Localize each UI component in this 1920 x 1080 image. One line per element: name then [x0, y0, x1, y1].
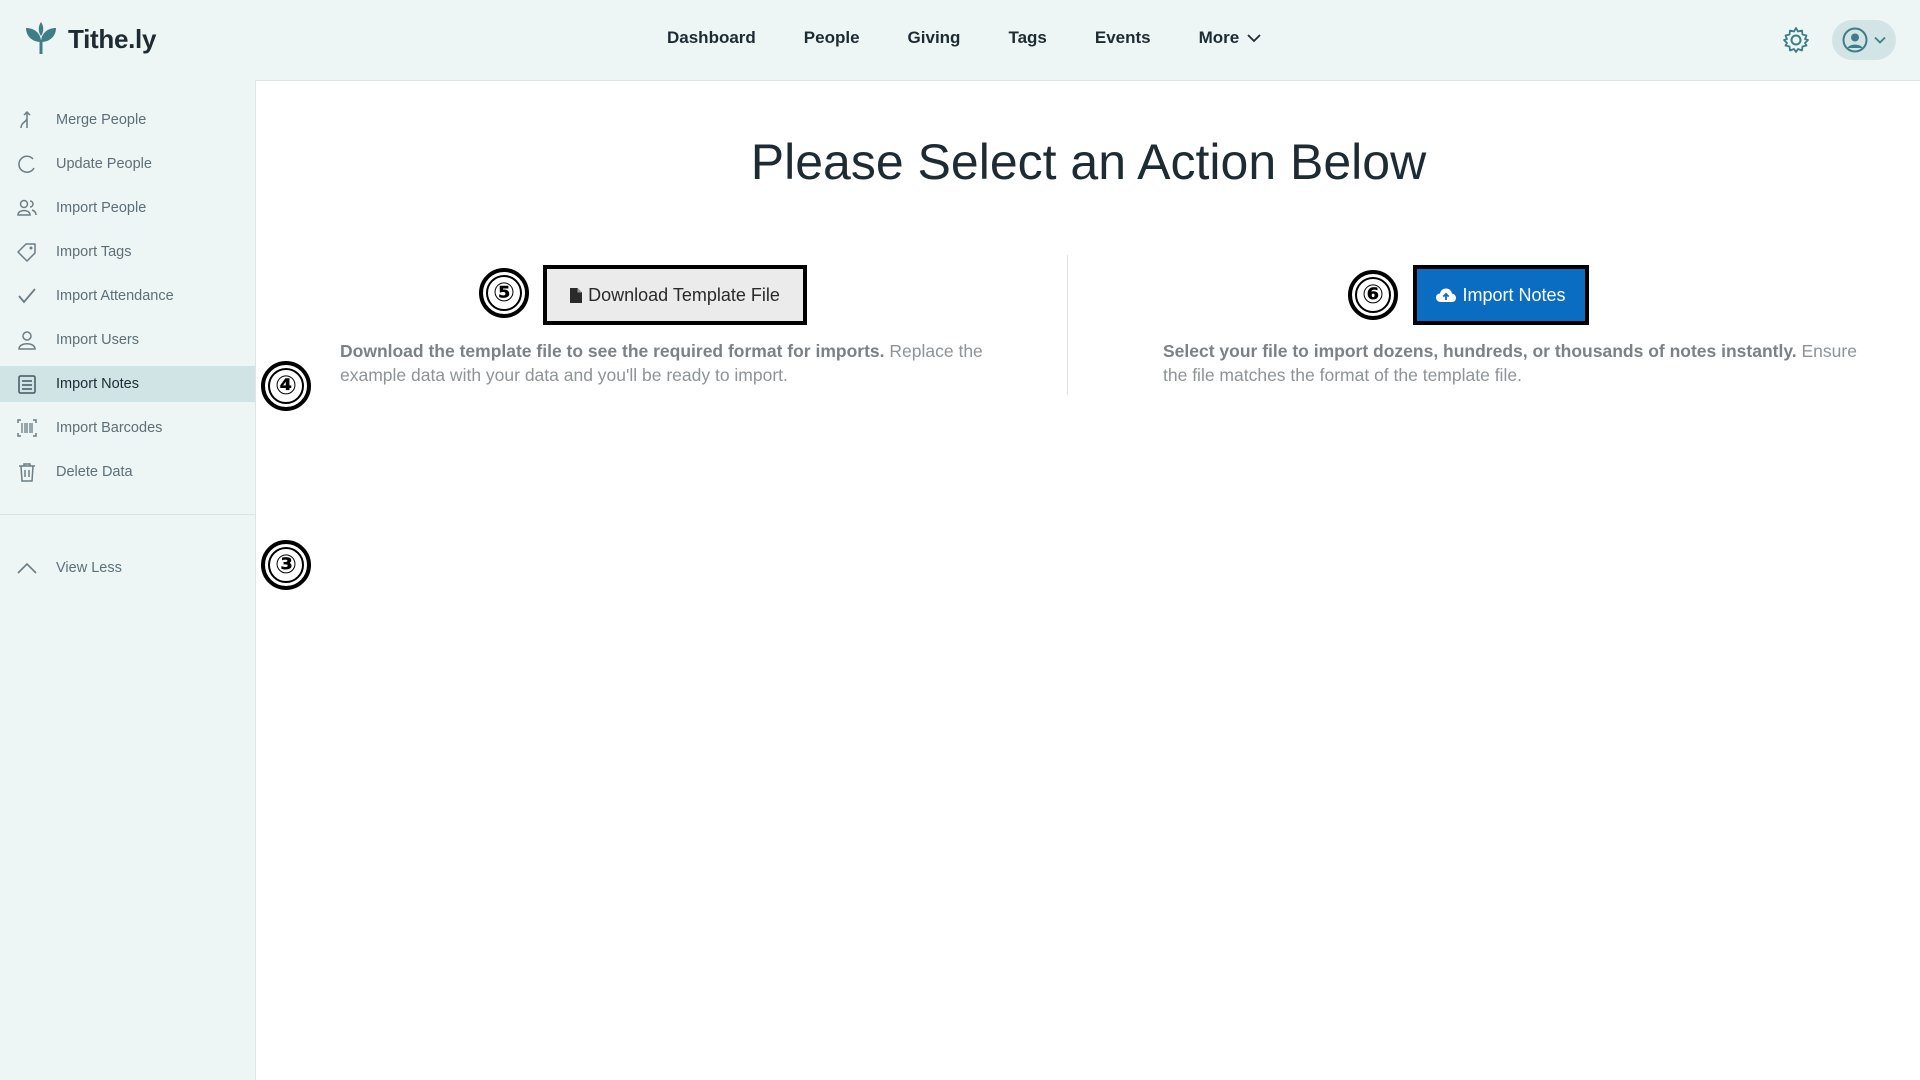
view-less-button[interactable]: View Less	[0, 550, 255, 586]
sidebar-item-label: Import Notes	[56, 376, 139, 392]
nav-dashboard[interactable]: Dashboard	[667, 28, 756, 48]
annotation-number: ④	[268, 368, 304, 404]
annotation-marker-4: ④	[261, 361, 311, 411]
avatar-icon	[1842, 27, 1868, 53]
barcode-icon	[17, 419, 37, 437]
nav-events[interactable]: Events	[1095, 28, 1151, 48]
download-template-label: Download Template File	[588, 284, 780, 305]
annotation-number: ③	[268, 547, 304, 583]
sidebar-item-label: Import Attendance	[56, 288, 174, 304]
app-logo[interactable]: Tithe.ly	[22, 20, 156, 58]
sidebar-item-label: Update People	[56, 156, 152, 172]
top-navigation-bar: Tithe.ly Dashboard People Giving Tags Ev…	[0, 0, 1920, 80]
annotation-number: ⑥	[1355, 277, 1391, 313]
annotation-number: ⑤	[486, 275, 522, 311]
sidebar-item-label: Import Users	[56, 332, 139, 348]
download-description-bold: Download the template file to see the re…	[340, 341, 885, 361]
sidebar-item-import-tags[interactable]: Import Tags	[0, 234, 255, 270]
nav-more[interactable]: More	[1199, 28, 1262, 48]
nav-giving[interactable]: Giving	[908, 28, 961, 48]
annotation-marker-3: ③	[261, 540, 311, 590]
sidebar-item-label: Import Barcodes	[56, 420, 163, 436]
import-notes-button[interactable]: Import Notes	[1413, 265, 1589, 325]
merge-icon	[20, 110, 31, 129]
chevron-up-icon	[17, 562, 37, 574]
import-description-bold: Select your file to import dozens, hundr…	[1163, 341, 1797, 361]
sidebar: Merge People Update People Import People…	[0, 80, 255, 1080]
section-divider	[1067, 255, 1068, 395]
trash-icon	[19, 463, 35, 482]
import-notes-label: Import Notes	[1462, 284, 1566, 305]
sidebar-item-update-people[interactable]: Update People	[0, 146, 255, 182]
sidebar-item-import-users[interactable]: Import Users	[0, 322, 255, 358]
check-icon	[18, 288, 36, 304]
page-title: Please Select an Action Below	[750, 134, 1427, 190]
sidebar-item-import-barcodes[interactable]: Import Barcodes	[0, 410, 255, 446]
notes-icon	[18, 375, 36, 394]
sidebar-divider	[0, 514, 255, 515]
sidebar-item-delete-data[interactable]: Delete Data	[0, 454, 255, 490]
file-icon	[570, 287, 583, 303]
sidebar-item-label: Merge People	[56, 112, 147, 128]
download-template-button[interactable]: Download Template File	[543, 265, 807, 325]
nav-more-label: More	[1198, 28, 1240, 47]
import-description: Select your file to import dozens, hundr…	[1163, 339, 1863, 387]
sidebar-item-label: Delete Data	[56, 464, 133, 480]
annotation-marker-5: ⑤	[479, 268, 529, 318]
user-menu-button[interactable]	[1832, 20, 1896, 60]
sidebar-item-import-attendance[interactable]: Import Attendance	[0, 278, 255, 314]
nav-people[interactable]: People	[804, 28, 860, 48]
download-description: Download the template file to see the re…	[340, 339, 1000, 387]
cloud-upload-icon	[1436, 288, 1457, 302]
people-icon	[17, 199, 37, 216]
sidebar-item-merge-people[interactable]: Merge People	[0, 102, 255, 138]
sidebar-item-label: Import Tags	[56, 244, 132, 260]
app-name: Tithe.ly	[68, 23, 157, 54]
nav-tags[interactable]: Tags	[1008, 28, 1046, 48]
refresh-icon	[18, 155, 35, 173]
view-less-label: View Less	[56, 560, 122, 576]
main-panel: Please Select an Action Below Download T…	[255, 80, 1920, 1080]
user-icon	[18, 331, 36, 350]
gear-icon[interactable]	[1782, 26, 1810, 54]
sidebar-item-import-people[interactable]: Import People	[0, 190, 255, 226]
annotation-marker-6: ⑥	[1348, 270, 1398, 320]
chevron-down-icon	[1247, 34, 1261, 43]
tag-icon	[17, 243, 36, 262]
leaf-logo-icon	[26, 22, 56, 54]
chevron-down-icon	[1874, 36, 1886, 44]
sidebar-item-import-notes[interactable]: Import Notes	[0, 366, 255, 402]
sidebar-item-label: Import People	[56, 200, 147, 216]
main-nav: Dashboard People Giving Tags Events More	[667, 28, 1261, 48]
